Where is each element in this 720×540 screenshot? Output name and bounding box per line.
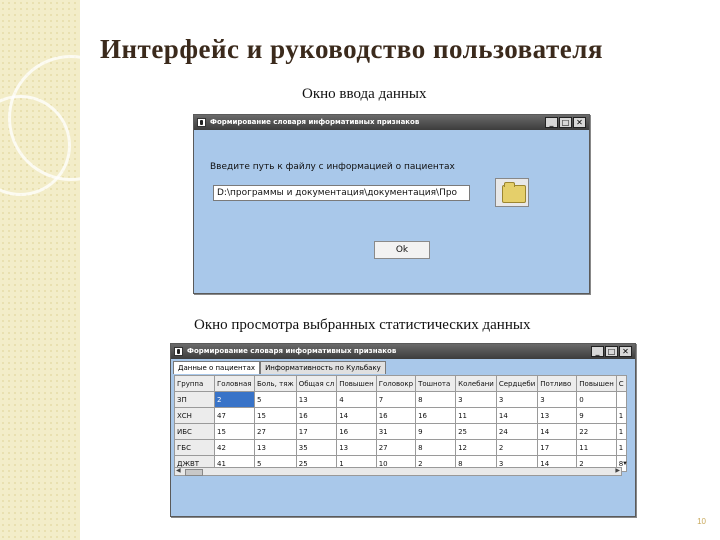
table-cell[interactable]: 16 xyxy=(415,407,457,424)
table-cell[interactable]: 1 xyxy=(615,423,627,440)
slide-title: Интерфейс и руководство пользователя xyxy=(100,34,603,64)
table-cell[interactable]: 16 xyxy=(336,423,377,440)
column-header[interactable]: С xyxy=(615,375,627,392)
table-cell[interactable]: 0 xyxy=(576,391,617,408)
table-cell[interactable]: ХСН xyxy=(174,407,215,424)
table-cell[interactable]: 13 xyxy=(336,439,377,456)
data-grid: Группа Головная Боль, тяж Общая сл Повыш… xyxy=(174,375,627,472)
table-cell[interactable]: 2 xyxy=(495,439,539,456)
table-cell[interactable]: 42 xyxy=(214,439,255,456)
table-cell[interactable]: 9 xyxy=(576,407,617,424)
app-icon xyxy=(174,347,183,356)
ok-button[interactable]: Ok xyxy=(374,241,430,259)
table-cell[interactable]: 8 xyxy=(415,439,457,456)
column-header[interactable]: Головная xyxy=(214,375,255,392)
table-cell[interactable]: 25 xyxy=(455,423,497,440)
tab-patient-data[interactable]: Данные о пациентах xyxy=(173,361,261,374)
table-cell[interactable]: ГБС xyxy=(174,439,215,456)
column-header[interactable]: Группа xyxy=(174,375,215,392)
scroll-down-arrow-icon[interactable]: ▼ xyxy=(622,461,628,467)
column-header[interactable]: Головокр xyxy=(375,375,417,392)
table-cell[interactable]: 3 xyxy=(495,391,539,408)
table-cell[interactable]: 13 xyxy=(537,407,578,424)
page-number: 10 xyxy=(697,517,706,526)
table-row: ЗП 2 5 13 4 7 8 3 3 3 0 xyxy=(174,391,627,408)
table-cell[interactable]: 3 xyxy=(537,391,578,408)
column-header[interactable]: Общая сл xyxy=(295,375,338,392)
table-cell[interactable]: 4 xyxy=(336,391,377,408)
table-cell[interactable]: 47 xyxy=(214,407,255,424)
window-title: Формирование словаря информативных призн… xyxy=(187,347,397,355)
maximize-button[interactable]: □ xyxy=(559,117,572,128)
table-cell[interactable]: 35 xyxy=(295,439,338,456)
column-header[interactable]: Колебани xyxy=(455,375,497,392)
table-cell[interactable]: 13 xyxy=(295,391,338,408)
table-cell[interactable]: 13 xyxy=(254,439,297,456)
table-cell[interactable]: 8 xyxy=(415,391,457,408)
folder-icon xyxy=(502,182,526,203)
table-cell[interactable]: 27 xyxy=(375,439,417,456)
maximize-button[interactable]: □ xyxy=(605,346,618,357)
column-header[interactable]: Повышен xyxy=(576,375,617,392)
tab-kullback-informativeness[interactable]: Информативность по Кульбаку xyxy=(260,361,386,374)
table-row: ХСН 47 15 16 14 16 16 11 14 13 9 1 xyxy=(174,407,627,424)
column-header[interactable]: Повышен xyxy=(336,375,377,392)
input-window-titlebar[interactable]: Формирование словаря информативных призн… xyxy=(194,115,589,130)
table-cell[interactable]: 9 xyxy=(415,423,457,440)
table-cell[interactable]: 31 xyxy=(375,423,417,440)
table-cell[interactable]: 2 xyxy=(214,391,255,408)
table-cell[interactable]: ИБС xyxy=(174,423,215,440)
input-window: Формирование словаря информативных призн… xyxy=(193,114,590,294)
table-row: ИБС 15 27 17 16 31 9 25 24 14 22 1 xyxy=(174,423,627,440)
column-header[interactable]: Боль, тяж xyxy=(254,375,297,392)
view-window: Формирование словаря информативных призн… xyxy=(170,343,636,517)
table-cell[interactable]: 14 xyxy=(336,407,377,424)
tab-strip: Данные о пациентах Информативность по Ку… xyxy=(173,361,386,374)
table-cell[interactable]: 1 xyxy=(615,407,627,424)
table-cell[interactable]: 15 xyxy=(214,423,255,440)
table-cell[interactable]: ЗП xyxy=(174,391,215,408)
minimize-button[interactable]: _ xyxy=(545,117,558,128)
app-icon xyxy=(197,118,206,127)
window-title: Формирование словаря информативных призн… xyxy=(210,118,420,126)
table-cell[interactable]: 17 xyxy=(537,439,578,456)
table-cell[interactable]: 24 xyxy=(495,423,539,440)
path-input[interactable]: D:\программы и документация\документация… xyxy=(213,185,470,201)
minimize-button[interactable]: _ xyxy=(591,346,604,357)
caption-view-window: Окно просмотра выбранных статистических … xyxy=(194,317,531,333)
table-cell[interactable]: 22 xyxy=(576,423,617,440)
table-cell[interactable]: 17 xyxy=(295,423,338,440)
table-cell[interactable]: 1 xyxy=(615,439,627,456)
table-cell[interactable]: 11 xyxy=(455,407,497,424)
column-header[interactable]: Сердцеби xyxy=(495,375,539,392)
close-button[interactable]: ✕ xyxy=(619,346,632,357)
table-cell[interactable]: 14 xyxy=(495,407,539,424)
table-cell[interactable]: 3 xyxy=(455,391,497,408)
table-cell[interactable]: 16 xyxy=(295,407,338,424)
table-row: ГБС 42 13 35 13 27 8 12 2 17 11 1 xyxy=(174,439,627,456)
caption-input-window: Окно ввода данных xyxy=(302,86,427,102)
table-cell[interactable]: 5 xyxy=(254,391,297,408)
horizontal-scrollbar[interactable]: ◀ ▶ xyxy=(174,467,622,476)
path-prompt-label: Введите путь к файлу с информацией о пац… xyxy=(210,162,455,172)
table-cell[interactable] xyxy=(615,391,627,408)
table-cell[interactable]: 12 xyxy=(455,439,497,456)
table-cell[interactable]: 16 xyxy=(375,407,417,424)
view-window-titlebar[interactable]: Формирование словаря информативных призн… xyxy=(171,344,635,359)
close-button[interactable]: ✕ xyxy=(573,117,586,128)
column-header[interactable]: Потливо xyxy=(537,375,578,392)
scrollbar-thumb[interactable] xyxy=(185,469,203,476)
grid-header-row: Группа Головная Боль, тяж Общая сл Повыш… xyxy=(174,375,627,392)
table-cell[interactable]: 11 xyxy=(576,439,617,456)
table-cell[interactable]: 14 xyxy=(537,423,578,440)
decorative-side-band xyxy=(0,0,134,540)
column-header[interactable]: Тошнота xyxy=(415,375,457,392)
table-cell[interactable]: 15 xyxy=(254,407,297,424)
scroll-left-arrow-icon[interactable]: ◀ xyxy=(176,468,181,475)
table-cell[interactable]: 7 xyxy=(375,391,417,408)
scroll-right-arrow-icon[interactable]: ▶ xyxy=(615,468,620,475)
browse-folder-button[interactable] xyxy=(495,178,529,207)
table-cell[interactable]: 27 xyxy=(254,423,297,440)
